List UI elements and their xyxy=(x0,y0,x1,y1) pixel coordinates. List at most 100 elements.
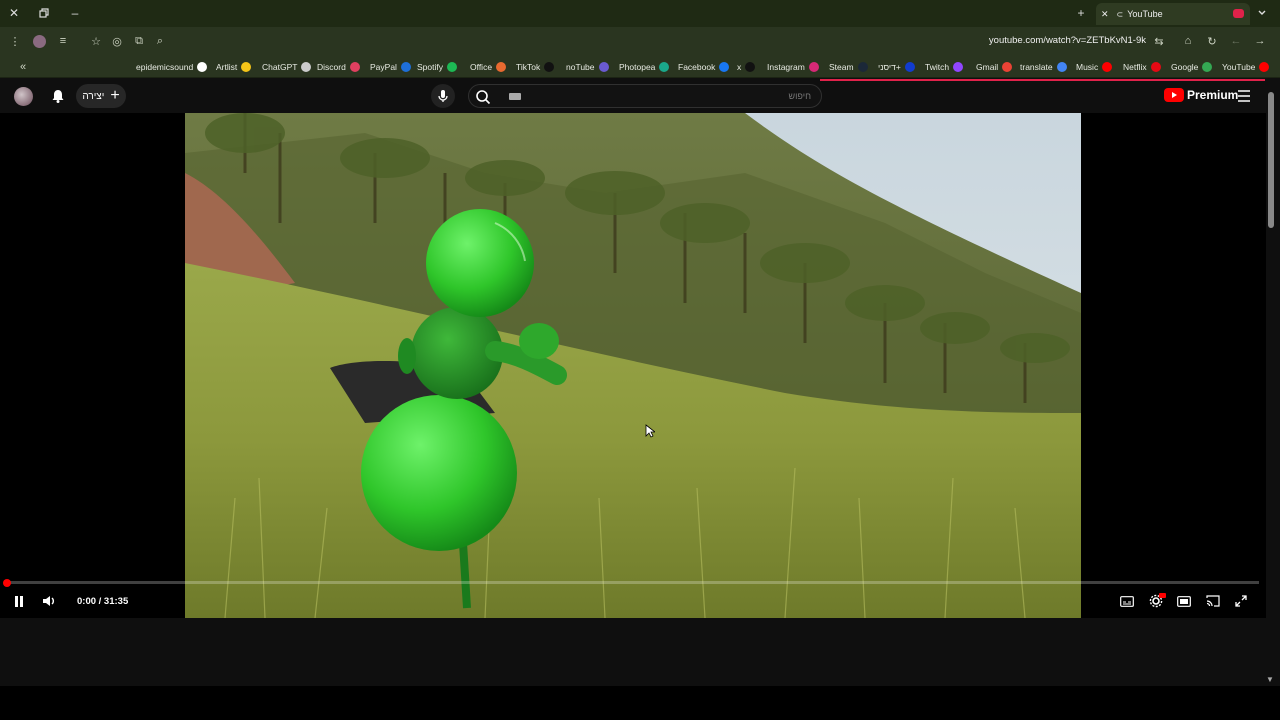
tab-close-icon[interactable]: ✕ xyxy=(1101,9,1109,20)
plus-icon: + xyxy=(110,87,120,104)
bookmark-item[interactable]: Netflix xyxy=(1123,61,1161,73)
create-label: יצירה xyxy=(82,90,105,102)
time-display: 0:00 / 31:35 xyxy=(77,596,129,607)
bookmark-item[interactable]: noTube xyxy=(566,61,609,73)
minimize-window-icon[interactable]: – xyxy=(65,4,85,22)
mouse-cursor-icon xyxy=(645,424,657,443)
bookmark-item[interactable]: YouTube xyxy=(1222,61,1270,73)
microphone-icon[interactable] xyxy=(431,84,455,108)
bookmark-item[interactable]: Facebook xyxy=(678,61,730,73)
forward-icon[interactable]: ← xyxy=(1227,32,1245,50)
bookmark-favicon-icon xyxy=(544,62,555,72)
scroll-down-arrow-icon[interactable]: ▼ xyxy=(1266,675,1274,684)
hide-icon[interactable]: ◎ xyxy=(108,32,126,50)
bookmark-favicon-icon xyxy=(400,62,411,72)
home-icon[interactable]: ⌂ xyxy=(1179,32,1197,50)
bookmark-item[interactable]: Artlist xyxy=(216,61,252,73)
bookmark-item[interactable]: Spotify xyxy=(417,61,457,73)
bookmark-item[interactable]: דיסני+ xyxy=(878,61,915,73)
bookmark-item[interactable]: PayPal xyxy=(370,61,411,73)
subtitles-icon[interactable] xyxy=(1118,592,1136,610)
back-icon[interactable]: → xyxy=(1251,32,1269,50)
tab-title: YouTube xyxy=(1127,9,1163,19)
bookmark-item[interactable]: x xyxy=(737,61,756,73)
tab-audio-icon: ⊂ xyxy=(1116,9,1124,19)
reading-list-icon[interactable]: ≡ xyxy=(54,32,72,50)
bookmarks-bar: « epidemicsound Artlist ChatGPT Discord PayP… xyxy=(0,56,1280,78)
bookmark-favicon-icon xyxy=(241,62,252,72)
zoom-search-icon[interactable]: ⌕ xyxy=(151,32,169,50)
settings-gear-icon[interactable] xyxy=(1147,592,1166,610)
keyboard-icon[interactable] xyxy=(509,93,521,100)
video-frame[interactable] xyxy=(185,113,1081,618)
bookmark-label: PayPal xyxy=(370,62,397,72)
cast-icon[interactable] xyxy=(1204,592,1222,610)
video-player[interactable] xyxy=(0,113,1266,618)
video-scene xyxy=(185,113,1081,618)
profile-icon[interactable] xyxy=(30,32,48,50)
volume-icon[interactable] xyxy=(40,592,58,610)
bookmark-favicon-icon xyxy=(1150,62,1161,72)
pause-icon[interactable] xyxy=(10,592,28,610)
menu-dots-icon[interactable]: ⋮ xyxy=(6,32,24,50)
bookmark-item[interactable]: Office xyxy=(470,61,507,73)
bookmark-favicon-icon xyxy=(719,62,730,72)
search-icon[interactable] xyxy=(475,89,491,110)
bookmark-item[interactable]: ChatGPT xyxy=(262,61,312,73)
premium-label: Premium xyxy=(1187,88,1239,102)
bookmark-label: Twitch xyxy=(925,62,950,72)
bookmark-label: דיסני+ xyxy=(878,62,901,72)
bookmark-label: noTube xyxy=(566,62,595,72)
restore-window-icon[interactable] xyxy=(34,4,54,22)
bookmark-label: Music xyxy=(1076,62,1099,72)
notifications-bell-icon[interactable] xyxy=(50,88,66,109)
guide-menu-icon[interactable] xyxy=(1237,89,1251,107)
bookmark-item[interactable]: epidemicsound xyxy=(136,61,208,73)
bookmark-star-icon[interactable]: ☆ xyxy=(87,32,105,50)
bookmark-item[interactable]: Discord xyxy=(317,61,360,73)
bookmark-favicon-icon xyxy=(1002,62,1013,72)
bookmark-item[interactable]: TikTok xyxy=(516,61,555,73)
below-player-area xyxy=(0,618,1266,686)
bookmark-label: Google xyxy=(1171,62,1199,72)
fullscreen-icon[interactable] xyxy=(1232,592,1250,610)
progress-scrubber[interactable] xyxy=(3,579,11,587)
bookmark-item[interactable]: Steam xyxy=(829,61,868,73)
tab-youtube[interactable]: ✕ ⊂ YouTube xyxy=(1096,3,1250,25)
avatar[interactable] xyxy=(14,87,33,106)
close-window-icon[interactable]: ✕ xyxy=(4,4,24,22)
bookmark-item[interactable]: Twitch xyxy=(925,61,964,73)
bookmark-favicon-icon xyxy=(496,62,507,72)
collapse-chevrons-icon[interactable]: « xyxy=(14,58,32,76)
bookmark-label: x xyxy=(737,62,742,72)
new-tab-icon[interactable]: + xyxy=(1071,4,1091,22)
create-button[interactable]: יצירה + xyxy=(76,84,126,108)
theater-mode-icon[interactable] xyxy=(1175,592,1193,610)
scrollbar-thumb[interactable] xyxy=(1268,92,1274,228)
bookmark-favicon-icon xyxy=(1056,62,1067,72)
bookmark-item[interactable]: translate xyxy=(1020,61,1067,73)
bookmark-item[interactable]: Google xyxy=(1171,61,1213,73)
screenshot-icon[interactable]: ⧉ xyxy=(130,32,148,50)
bookmark-item[interactable]: Photopea xyxy=(619,61,670,73)
bookmark-label: Netflix xyxy=(1123,62,1147,72)
bookmark-item[interactable]: Gmail xyxy=(976,61,1013,73)
tab-favicon-icon xyxy=(1233,9,1244,18)
progress-bar[interactable] xyxy=(7,581,1259,584)
search-input[interactable]: חיפוש xyxy=(468,84,822,108)
youtube-premium-logo[interactable]: Premium xyxy=(1164,88,1238,102)
address-bar[interactable]: youtube.com/watch?v=ZETbKvN1-9k xyxy=(960,35,1146,46)
browser-title-bar: ✕ – + ✕ ⊂ YouTube xyxy=(0,0,1280,27)
tab-search-chevron-icon[interactable] xyxy=(1252,4,1272,22)
bookmark-label: translate xyxy=(1020,62,1053,72)
bookmark-item[interactable]: Instagram xyxy=(767,61,819,73)
bookmark-label: Instagram xyxy=(767,62,805,72)
bookmark-favicon-icon xyxy=(808,62,819,72)
bookmark-item[interactable]: Music xyxy=(1076,61,1113,73)
hd-badge-icon xyxy=(1159,593,1166,598)
site-settings-icon[interactable]: ⇆ xyxy=(1150,32,1168,50)
youtube-header: יצירה + חיפוש Premium xyxy=(0,79,1280,113)
reload-icon[interactable]: ↻ xyxy=(1203,32,1221,50)
bookmark-label: ChatGPT xyxy=(262,62,298,72)
bookmark-label: epidemicsound xyxy=(136,62,194,72)
